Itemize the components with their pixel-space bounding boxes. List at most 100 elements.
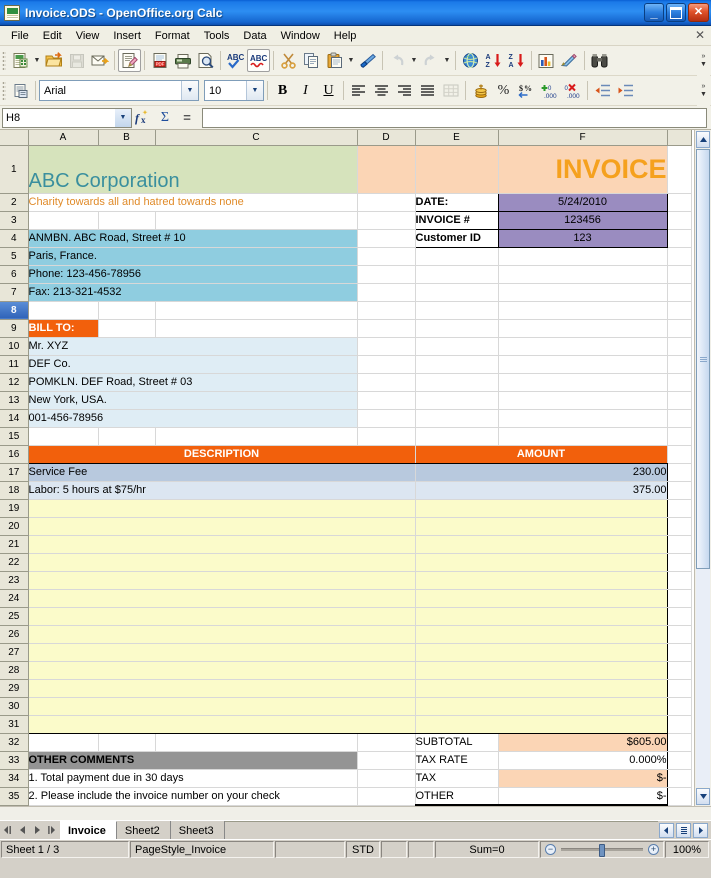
zoom-slider-thumb[interactable] — [599, 844, 605, 857]
cell-e16-amount-header[interactable]: AMOUNT — [414, 444, 668, 464]
scroll-right-button[interactable] — [693, 822, 708, 838]
column-header-a[interactable]: A — [28, 130, 99, 146]
format-currency-button[interactable] — [469, 79, 492, 102]
cell-a5-address[interactable]: Paris, France. — [28, 247, 358, 266]
row-header-1[interactable]: 1 — [0, 145, 29, 194]
cell-g31[interactable] — [667, 715, 692, 734]
draw-functions-button[interactable] — [558, 49, 581, 72]
cell-a33-other-comments-header[interactable]: OTHER COMMENTS — [28, 751, 358, 770]
cell-d10[interactable] — [357, 337, 416, 356]
column-header-b[interactable]: B — [98, 130, 156, 146]
align-center-button[interactable] — [370, 79, 393, 102]
edit-file-button[interactable] — [118, 49, 141, 72]
cell-d5[interactable] — [357, 247, 416, 266]
close-document-icon[interactable]: ✕ — [695, 29, 705, 41]
row-header-30[interactable]: 30 — [0, 697, 29, 716]
cell-a15[interactable] — [28, 427, 99, 446]
cell-g25[interactable] — [667, 607, 692, 626]
cell-b9[interactable] — [98, 319, 156, 338]
format-toolbar-overflow[interactable]: » ▼ — [697, 76, 710, 106]
increase-indent-button[interactable] — [614, 79, 637, 102]
cell-d15[interactable] — [357, 427, 416, 446]
cell-g6[interactable] — [667, 265, 692, 284]
print-preview-button[interactable] — [194, 49, 217, 72]
cell-e17-line-amount[interactable]: 230.00 — [414, 463, 668, 482]
select-all-corner[interactable] — [0, 130, 29, 146]
status-selection-mode[interactable]: STD — [346, 841, 380, 858]
row-header-33[interactable]: 33 — [0, 751, 29, 770]
cell-f14[interactable] — [498, 409, 668, 428]
cell-f8[interactable] — [498, 301, 668, 320]
cell-e9[interactable] — [415, 319, 499, 338]
cell-g9[interactable] — [667, 319, 692, 338]
sum-button[interactable]: Σ — [154, 107, 176, 129]
cell-c3[interactable] — [155, 211, 358, 230]
cell-b32[interactable] — [98, 733, 156, 752]
cell-a7-fax[interactable]: Fax: 213-321-4532 — [28, 283, 358, 302]
cell-d1[interactable] — [357, 145, 416, 194]
menu-item-edit[interactable]: Edit — [36, 28, 69, 44]
cell-g1[interactable] — [667, 145, 692, 194]
insert-chart-button[interactable] — [535, 49, 558, 72]
cell-g21[interactable] — [667, 535, 692, 554]
cell-e30[interactable] — [414, 697, 668, 716]
cell-a6-phone[interactable]: Phone: 123-456-78956 — [28, 265, 358, 284]
column-header-c[interactable]: C — [155, 130, 358, 146]
bold-button[interactable]: B — [271, 79, 294, 102]
row-header-17[interactable]: 17 — [0, 463, 29, 482]
italic-button[interactable]: I — [294, 79, 317, 102]
cell-f9[interactable] — [498, 319, 668, 338]
row-header-13[interactable]: 13 — [0, 391, 29, 410]
cell-a19[interactable] — [27, 499, 416, 518]
row-header-18[interactable]: 18 — [0, 481, 29, 500]
cell-g33[interactable] — [667, 751, 692, 770]
cell-e31[interactable] — [414, 715, 668, 734]
status-zoom-level[interactable]: 100% — [665, 841, 709, 858]
cell-a12-bill-street[interactable]: POMKLN. DEF Road, Street # 03 — [28, 373, 358, 392]
row-header-35[interactable]: 35 — [0, 787, 29, 806]
row-header-14[interactable]: 14 — [0, 409, 29, 428]
cell-g17[interactable] — [667, 463, 692, 482]
cell-e7[interactable] — [415, 283, 499, 302]
cell-d6[interactable] — [357, 265, 416, 284]
cell-f1-invoice-title[interactable]: INVOICE — [498, 145, 668, 194]
hyperlink-button[interactable] — [459, 49, 482, 72]
cell-e20[interactable] — [414, 517, 668, 536]
cell-e12[interactable] — [415, 373, 499, 392]
row-header-10[interactable]: 10 — [0, 337, 29, 356]
sheet-tab-sheet3[interactable]: Sheet3 — [170, 821, 225, 839]
cell-g5[interactable] — [667, 247, 692, 266]
row-header-28[interactable]: 28 — [0, 661, 29, 680]
cell-e4-customer-id-label[interactable]: Customer ID — [414, 228, 499, 248]
cell-b36[interactable] — [98, 805, 156, 806]
cell-e15[interactable] — [415, 427, 499, 446]
cell-d2[interactable] — [357, 193, 416, 212]
cell-e24[interactable] — [414, 589, 668, 608]
zoom-slider[interactable]: − + — [540, 841, 664, 858]
clone-formatting-button[interactable] — [356, 49, 379, 72]
cell-g10[interactable] — [667, 337, 692, 356]
menu-item-help[interactable]: Help — [327, 28, 364, 44]
cell-g35[interactable] — [667, 787, 692, 806]
scroll-grip-button[interactable] — [676, 822, 691, 838]
new-document-dropdown[interactable]: ▼ — [32, 49, 42, 72]
row-header-3[interactable]: 3 — [0, 211, 29, 230]
cell-b3[interactable] — [98, 211, 156, 230]
column-header-f[interactable]: F — [498, 130, 668, 146]
cell-f4-customer-id-value[interactable]: 123 — [497, 228, 668, 248]
cell-e29[interactable] — [414, 679, 668, 698]
cell-e14[interactable] — [415, 409, 499, 428]
vertical-scrollbar[interactable] — [694, 130, 711, 806]
row-header-8-selected[interactable]: 8 — [0, 301, 29, 320]
cell-g16[interactable] — [667, 445, 692, 464]
cell-e25[interactable] — [414, 607, 668, 626]
cell-d35[interactable] — [357, 787, 416, 806]
input-line[interactable] — [202, 107, 707, 128]
minimize-button[interactable]: _ — [644, 3, 664, 22]
cell-a8[interactable] — [28, 301, 99, 320]
cell-b8[interactable] — [98, 301, 156, 320]
cell-a10-bill-name[interactable]: Mr. XYZ — [28, 337, 358, 356]
cell-e2-date-label[interactable]: DATE: — [414, 192, 499, 212]
cell-e6[interactable] — [415, 265, 499, 284]
cell-a14-bill-phone[interactable]: 001-456-78956 — [28, 409, 358, 428]
